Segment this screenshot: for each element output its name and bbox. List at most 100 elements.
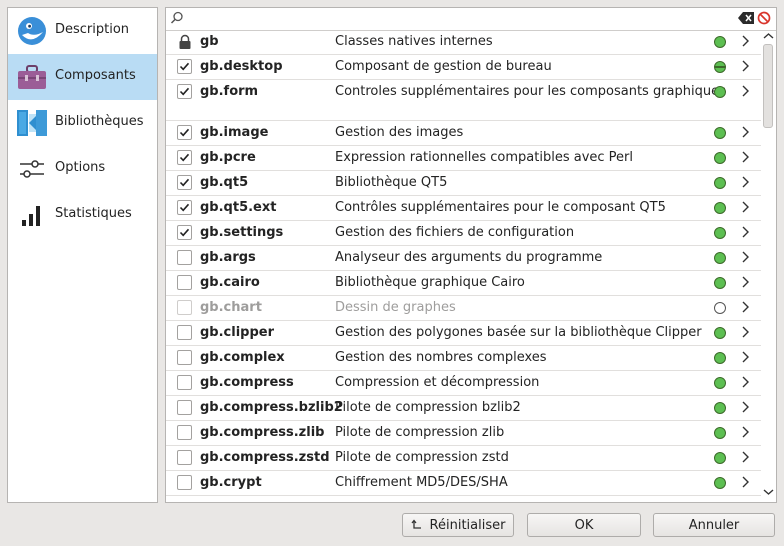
status-indicator-icon xyxy=(714,86,726,98)
table-row[interactable]: gb.cairo Bibliothèque graphique Cairo xyxy=(166,271,761,296)
checkmark-icon xyxy=(179,203,190,212)
chevron-right-icon[interactable] xyxy=(740,400,750,414)
reset-button[interactable]: Réinitialiser xyxy=(402,513,514,537)
chevron-right-icon[interactable] xyxy=(740,34,750,48)
scroll-thumb[interactable] xyxy=(763,44,773,128)
chevron-right-icon[interactable] xyxy=(740,84,750,98)
chevron-right-icon[interactable] xyxy=(740,59,750,73)
table-row[interactable]: gb.compress.zstd Pilote de compression zs… xyxy=(166,446,761,471)
component-description: Compression et décompression xyxy=(335,375,540,390)
table-row[interactable]: gb Classes natives internes xyxy=(166,30,761,55)
sidebar-item-label: Statistiques xyxy=(55,206,132,221)
scrollbar[interactable] xyxy=(761,30,776,502)
table-row[interactable]: gb.crypt Chiffrement MD5/DES/SHA xyxy=(166,471,761,496)
table-row[interactable]: gb.qt5.ext Contrôles supplémentaires pour… xyxy=(166,196,761,221)
table-row[interactable]: gb.image Gestion des images xyxy=(166,121,761,146)
component-description: Composant de gestion de bureau xyxy=(335,59,552,74)
component-checkbox[interactable] xyxy=(177,425,192,440)
component-checkbox[interactable] xyxy=(177,350,192,365)
checkmark-icon xyxy=(179,62,190,71)
status-indicator-icon xyxy=(714,252,726,264)
status-indicator-icon xyxy=(714,127,726,139)
chevron-right-icon[interactable] xyxy=(740,475,750,489)
chevron-right-icon[interactable] xyxy=(740,225,750,239)
component-checkbox[interactable] xyxy=(177,175,192,190)
chevron-right-icon[interactable] xyxy=(740,375,750,389)
ok-button[interactable]: OK xyxy=(527,513,641,537)
table-row[interactable]: gb.chart Dessin de graphes xyxy=(166,296,761,321)
chevron-right-icon[interactable] xyxy=(740,125,750,139)
component-checkbox[interactable] xyxy=(177,59,192,74)
sidebar-item-label: Bibliothèques xyxy=(55,114,144,129)
component-description: Dessin de graphes xyxy=(335,300,456,315)
cancel-button[interactable]: Annuler xyxy=(653,513,775,537)
toolbox-icon xyxy=(18,65,46,89)
component-checkbox[interactable] xyxy=(177,200,192,215)
component-checkbox[interactable] xyxy=(177,325,192,340)
status-indicator-icon xyxy=(714,61,726,73)
scroll-up-icon[interactable] xyxy=(763,32,774,40)
sidebar-item-composants[interactable]: Composants xyxy=(8,54,157,100)
sidebar-item-options[interactable]: Options xyxy=(8,146,157,192)
clear-text-icon[interactable] xyxy=(738,12,754,24)
component-checkbox[interactable] xyxy=(177,450,192,465)
component-name: gb.qt5 xyxy=(200,175,249,190)
component-name: gb.desktop xyxy=(200,59,283,74)
scroll-down-icon[interactable] xyxy=(763,488,774,496)
chevron-right-icon[interactable] xyxy=(740,350,750,364)
component-checkbox[interactable] xyxy=(177,225,192,240)
gambas-logo-icon xyxy=(18,17,46,45)
component-name: gb.compress.zstd xyxy=(200,450,330,465)
component-checkbox[interactable] xyxy=(177,475,192,490)
chevron-right-icon[interactable] xyxy=(740,300,750,314)
table-row[interactable]: gb.pcre Expression rationnelles compatibl… xyxy=(166,146,761,171)
search-bar xyxy=(166,8,776,31)
component-description: Pilote de compression bzlib2 xyxy=(335,400,521,415)
table-row[interactable]: gb.compress.zlib Pilote de compression zl… xyxy=(166,421,761,446)
chevron-right-icon[interactable] xyxy=(740,325,750,339)
component-checkbox[interactable] xyxy=(177,84,192,99)
chevron-right-icon[interactable] xyxy=(740,450,750,464)
cancel-filter-icon[interactable] xyxy=(757,11,771,25)
component-checkbox[interactable] xyxy=(177,150,192,165)
components-panel: gb Classes natives internes gb.desktop Comp… xyxy=(165,7,777,503)
component-name: gb.qt5.ext xyxy=(200,200,277,215)
bar-chart-icon xyxy=(22,206,40,226)
component-name: gb.cairo xyxy=(200,275,260,290)
status-indicator-icon xyxy=(714,277,726,289)
chevron-right-icon[interactable] xyxy=(740,200,750,214)
component-checkbox[interactable] xyxy=(177,400,192,415)
status-indicator-icon xyxy=(714,152,726,164)
table-row[interactable]: gb.settings Gestion des fichiers de confi… xyxy=(166,221,761,246)
sidebar-item-statistiques[interactable]: Statistiques xyxy=(8,192,157,238)
component-checkbox[interactable] xyxy=(177,275,192,290)
chevron-right-icon[interactable] xyxy=(740,150,750,164)
component-description: Gestion des fichiers de configuration xyxy=(335,225,575,240)
table-row[interactable]: gb.args Analyseur des arguments du progra… xyxy=(166,246,761,271)
table-row[interactable]: gb.clipper Gestion des polygones basée su… xyxy=(166,321,761,346)
search-icon xyxy=(170,11,183,24)
component-description: Bibliothèque graphique Cairo xyxy=(335,275,525,290)
component-description: Analyseur des arguments du programme xyxy=(335,250,603,265)
table-row[interactable]: gb.desktop Composant de gestion de bureau xyxy=(166,55,761,80)
sidebar-item-bibliotheques[interactable]: Bibliothèques xyxy=(8,100,157,146)
status-indicator-icon xyxy=(714,352,726,364)
component-checkbox[interactable] xyxy=(177,375,192,390)
table-row[interactable]: gb.qt5 Bibliothèque QT5 xyxy=(166,171,761,196)
status-indicator-icon xyxy=(714,427,726,439)
chevron-right-icon[interactable] xyxy=(740,275,750,289)
component-checkbox[interactable] xyxy=(177,250,192,265)
chevron-right-icon[interactable] xyxy=(740,425,750,439)
table-row[interactable]: gb.compress Compression et décompression xyxy=(166,371,761,396)
checkmark-icon xyxy=(179,128,190,137)
chevron-right-icon[interactable] xyxy=(740,250,750,264)
chevron-right-icon[interactable] xyxy=(740,175,750,189)
search-input[interactable] xyxy=(188,9,732,29)
table-row[interactable]: gb.form Controles supplémentaires pour le… xyxy=(166,80,761,121)
component-checkbox[interactable] xyxy=(177,125,192,140)
component-description: Gestion des polygones basée sur la bibli… xyxy=(335,325,702,340)
table-row[interactable]: gb.complex Gestion des nombres complexes xyxy=(166,346,761,371)
table-row[interactable]: gb.compress.bzlib2 Pilote de compression … xyxy=(166,396,761,421)
checkmark-icon xyxy=(179,178,190,187)
sidebar-item-description[interactable]: Description xyxy=(8,8,157,54)
